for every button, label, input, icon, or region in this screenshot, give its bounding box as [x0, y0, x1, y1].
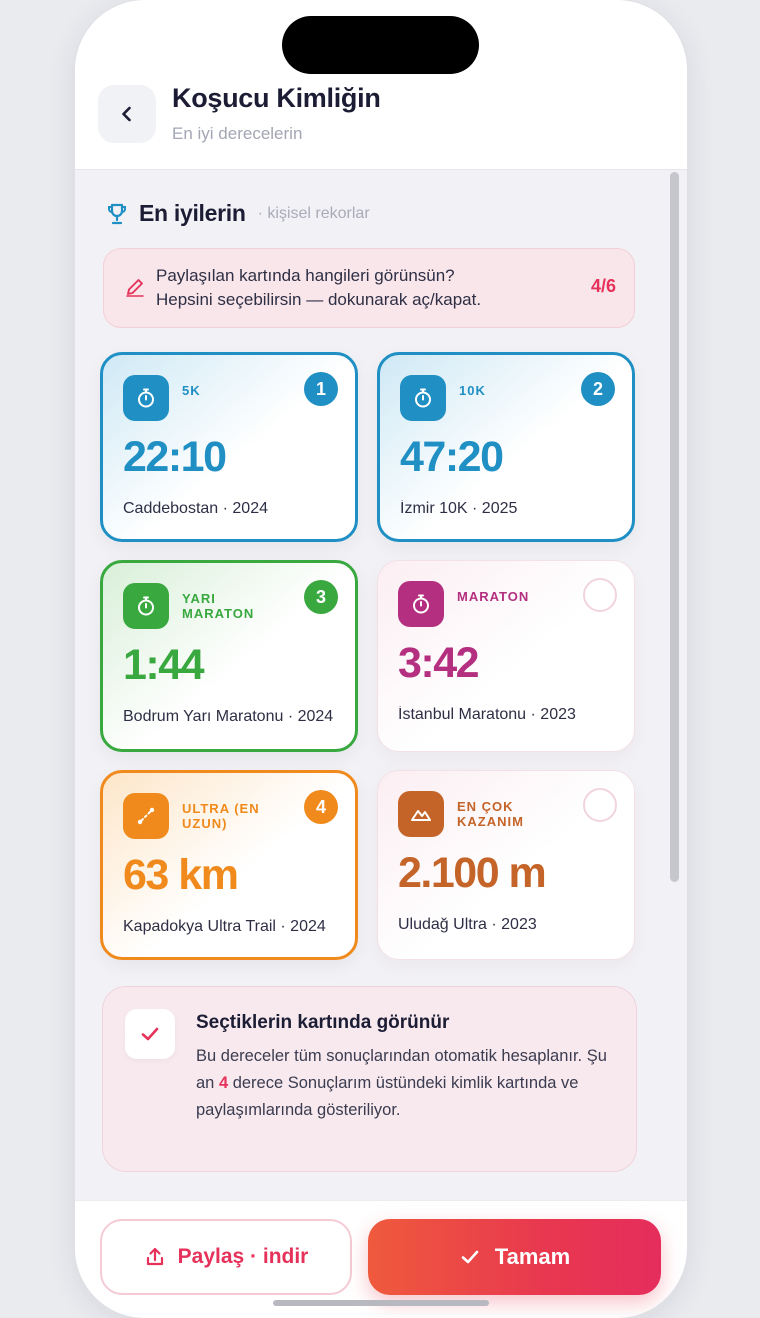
record-caption: Caddebostan · 2024: [123, 500, 268, 517]
record-caption: İstanbul Maratonu · 2023: [398, 706, 576, 723]
selection-order-badge: 3: [304, 580, 338, 614]
record-label: 10K: [459, 383, 486, 398]
record-card[interactable]: 5K 1 22:10 Caddebostan · 2024: [100, 352, 358, 542]
record-value: 1:44: [123, 641, 205, 689]
selection-order-badge: 4: [304, 790, 338, 824]
back-button[interactable]: [98, 85, 156, 143]
trophy-icon: [108, 203, 126, 224]
dynamic-island: [282, 16, 479, 74]
done-label: Tamam: [494, 1244, 571, 1269]
share-download-label: Paylaş · indir: [177, 1245, 309, 1268]
stopwatch-icon: [400, 375, 446, 421]
record-card[interactable]: Maraton 3:42 İstanbul Maratonu · 2023: [377, 560, 635, 752]
selection-radio[interactable]: [583, 788, 617, 822]
record-label: Yarı Maraton: [182, 591, 255, 621]
visibility-info: Seçtiklerin kartında görünür Bu derecele…: [102, 986, 637, 1172]
section-subtitle: · kişisel rekorlar: [257, 204, 370, 222]
info-count: 4: [218, 1074, 229, 1092]
selection-order-badge: 1: [304, 372, 338, 406]
stopwatch-icon: [398, 581, 444, 627]
pencil-icon: [126, 279, 144, 297]
record-value: 2.100 m: [398, 849, 547, 897]
stopwatch-icon: [123, 583, 169, 629]
record-card[interactable]: Yarı Maraton 3 1:44 Bodrum Yarı Maratonu · …: [100, 560, 358, 752]
record-value: 47:20: [400, 433, 504, 481]
page-title: Koşucu Kimliğin: [172, 83, 381, 113]
check-icon: [141, 1027, 159, 1041]
record-caption: Uludağ Ultra · 2023: [398, 916, 537, 933]
record-value: 63 km: [123, 851, 239, 899]
info-body-end: derece Sonuçlarım üstündeki kimlik kartı…: [196, 1074, 579, 1119]
visibility-checkbox[interactable]: [125, 1009, 175, 1059]
phone-frame: Koşucu Kimliğin En iyi derecelerin En iy…: [75, 0, 687, 1318]
done-button[interactable]: Tamam: [368, 1219, 661, 1295]
record-value: 22:10: [123, 433, 227, 481]
share-download-button[interactable]: Paylaş · indir: [100, 1219, 352, 1295]
hint-text: Paylaşılan kartında hangileri görünsün? …: [156, 264, 481, 312]
selection-order-badge: 2: [581, 372, 615, 406]
record-label: En çok kazanım: [457, 799, 524, 829]
record-caption: Kapadokya Ultra Trail · 2024: [123, 918, 326, 935]
record-label: 5K: [182, 383, 201, 398]
record-label: Maraton: [457, 589, 530, 604]
selection-radio[interactable]: [583, 578, 617, 612]
record-card[interactable]: Ultra (en uzun) 4 63 km Kapadokya Ultra Tra…: [100, 770, 358, 960]
route-icon: [123, 793, 169, 839]
record-card[interactable]: 10K 2 47:20 İzmir 10K · 2025: [377, 352, 635, 542]
info-title: Seçtiklerin kartında görünür: [196, 1012, 450, 1033]
info-body: Bu dereceler tüm sonuçlarından otomatik …: [196, 1043, 616, 1124]
check-icon: [461, 1250, 479, 1264]
hint-line-1: Paylaşılan kartında hangileri görünsün?: [156, 266, 455, 285]
chevron-left-icon: [122, 106, 131, 122]
page-subtitle: En iyi derecelerin: [172, 124, 303, 143]
record-caption: Bodrum Yarı Maratonu · 2024: [123, 708, 334, 725]
scrollbar[interactable]: [670, 172, 679, 882]
record-value: 3:42: [398, 639, 480, 687]
record-label: Ultra (en uzun): [182, 801, 260, 831]
selection-count: 4/6: [590, 276, 616, 296]
stopwatch-icon: [123, 375, 169, 421]
home-indicator: [273, 1300, 489, 1306]
section-header: En iyilerin · kişisel rekorlar: [105, 200, 370, 227]
selection-hint: Paylaşılan kartında hangileri görünsün? …: [103, 248, 635, 328]
hint-line-2: Hepsini seçebilirsin — dokunarak aç/kapa…: [156, 290, 482, 309]
mountain-icon: [398, 791, 444, 837]
share-icon: [146, 1247, 163, 1266]
section-title: En iyilerin: [139, 200, 246, 226]
record-caption: İzmir 10K · 2025: [400, 500, 518, 517]
record-card[interactable]: En çok kazanım 2.100 m Uludağ Ultra · 2023: [377, 770, 635, 960]
